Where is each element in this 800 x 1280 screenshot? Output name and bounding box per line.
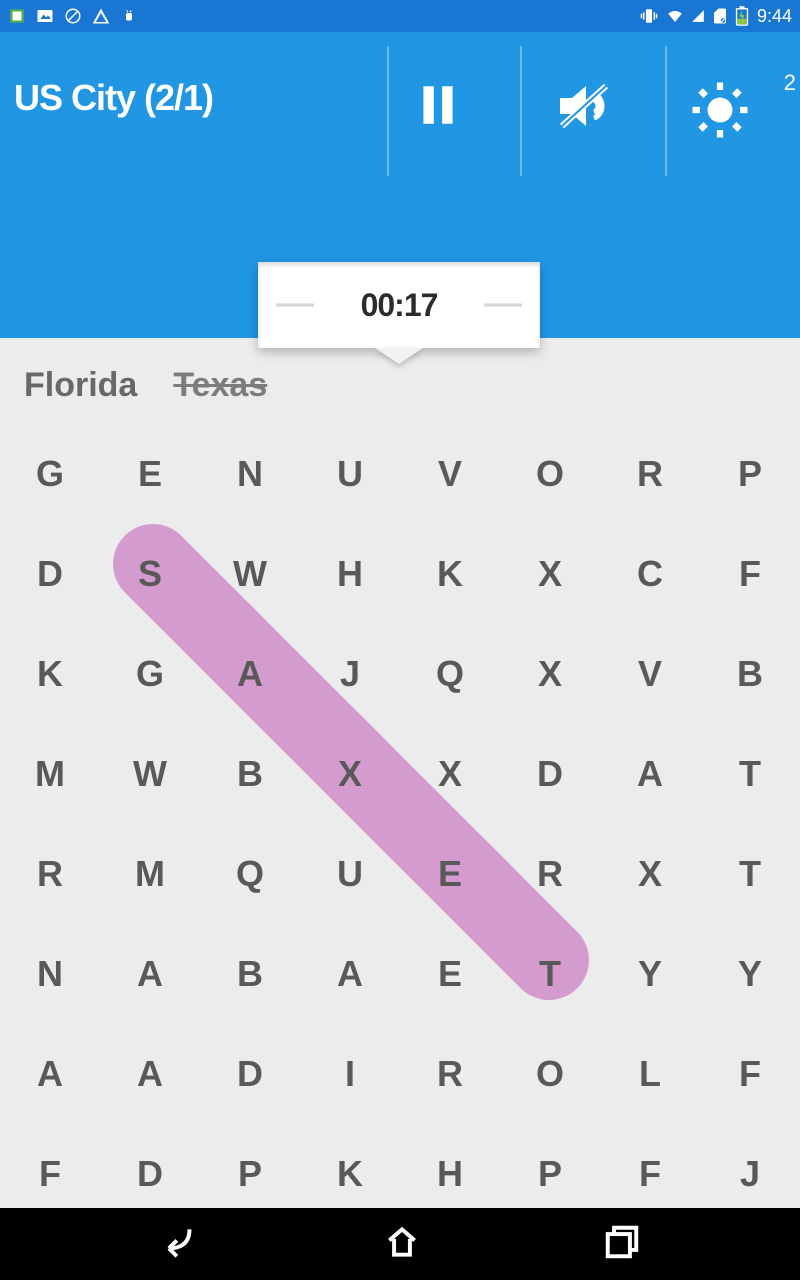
grid-cell[interactable]: X <box>500 624 600 724</box>
grid-cell[interactable]: T <box>700 724 800 824</box>
grid-cell[interactable]: M <box>100 824 200 924</box>
sd-card-icon <box>711 7 729 25</box>
home-button[interactable] <box>382 1223 422 1266</box>
grid-cell[interactable]: L <box>600 1024 700 1124</box>
grid-cell[interactable]: V <box>400 424 500 524</box>
word-item: Florida <box>24 366 137 405</box>
hint-count-badge: 2 <box>784 70 796 96</box>
grid-row: NABAETYY <box>0 924 800 1024</box>
separator <box>665 46 667 176</box>
grid-cell[interactable]: A <box>600 724 700 824</box>
mute-button[interactable] <box>556 80 616 140</box>
android-nav-bar <box>0 1208 800 1280</box>
vibrate-icon <box>639 7 659 25</box>
grid-cell[interactable]: V <box>600 624 700 724</box>
grid-cell[interactable]: N <box>0 924 100 1024</box>
grid-cell[interactable]: F <box>700 524 800 624</box>
grid-cell[interactable]: N <box>200 424 300 524</box>
grid-cell[interactable]: C <box>600 524 700 624</box>
no-entry-icon <box>64 7 82 25</box>
grid-cell[interactable]: X <box>600 824 700 924</box>
timer-value: 00:17 <box>361 287 438 324</box>
timer-decoration <box>484 304 522 307</box>
letter-grid[interactable]: GENUVORPDSWHKXCFKGAJQXVBMWBXXDATRMQUERXT… <box>0 424 800 1224</box>
grid-cell[interactable]: Y <box>700 924 800 1024</box>
grid-cell[interactable]: T <box>700 824 800 924</box>
grid-cell[interactable]: G <box>0 424 100 524</box>
grid-cell[interactable]: A <box>300 924 400 1024</box>
puzzle-title: US City (2/1) <box>14 77 213 119</box>
grid-cell[interactable]: Q <box>400 624 500 724</box>
grid-cell[interactable]: H <box>300 524 400 624</box>
grid-cell[interactable]: Y <box>600 924 700 1024</box>
status-right: 9:44 <box>639 6 792 27</box>
grid-cell[interactable]: D <box>500 724 600 824</box>
grid-cell[interactable]: B <box>200 924 300 1024</box>
separator <box>387 46 389 176</box>
grid-cell[interactable]: W <box>100 724 200 824</box>
status-time: 9:44 <box>757 6 792 27</box>
timer-card: 00:17 <box>258 262 540 348</box>
grid-cell[interactable]: O <box>500 1024 600 1124</box>
pause-button[interactable] <box>413 80 473 140</box>
grid-cell[interactable]: E <box>100 424 200 524</box>
warning-icon <box>92 7 110 25</box>
android-status-bar: 9:44 <box>0 0 800 32</box>
debug-icon <box>8 7 26 25</box>
grid-cell[interactable]: D <box>200 1024 300 1124</box>
grid-cell[interactable]: M <box>0 724 100 824</box>
grid-cell[interactable]: Q <box>200 824 300 924</box>
wifi-icon <box>665 7 685 25</box>
grid-cell[interactable]: B <box>700 624 800 724</box>
separator <box>520 46 522 176</box>
timer-decoration <box>276 304 314 307</box>
grid-cell[interactable]: R <box>0 824 100 924</box>
grid-cell[interactable]: R <box>600 424 700 524</box>
grid-row: KGAJQXVB <box>0 624 800 724</box>
word-item: Texas <box>173 366 267 405</box>
grid-cell[interactable]: P <box>700 424 800 524</box>
brightness-button[interactable] <box>690 80 750 140</box>
grid-cell[interactable]: R <box>400 1024 500 1124</box>
signal-icon <box>691 8 705 24</box>
grid-cell[interactable]: D <box>0 524 100 624</box>
grid-cell[interactable]: O <box>500 424 600 524</box>
grid-cell[interactable]: K <box>0 624 100 724</box>
grid-cell[interactable]: A <box>0 1024 100 1124</box>
grid-cell[interactable]: K <box>400 524 500 624</box>
image-icon <box>36 7 54 25</box>
grid-cell[interactable]: X <box>500 524 600 624</box>
grid-cell[interactable]: F <box>700 1024 800 1124</box>
grid-cell[interactable]: U <box>300 424 400 524</box>
game-area: FloridaTexas GENUVORPDSWHKXCFKGAJQXVBMWB… <box>0 338 800 1208</box>
android-debug-icon <box>120 7 138 25</box>
back-button[interactable] <box>158 1223 202 1266</box>
grid-row: AADIROLF <box>0 1024 800 1124</box>
grid-cell[interactable]: I <box>300 1024 400 1124</box>
battery-icon <box>735 6 749 26</box>
status-left <box>8 7 138 25</box>
grid-cell[interactable]: A <box>100 924 200 1024</box>
grid-row: GENUVORP <box>0 424 800 524</box>
recent-apps-button[interactable] <box>602 1223 642 1266</box>
grid-cell[interactable]: A <box>100 1024 200 1124</box>
